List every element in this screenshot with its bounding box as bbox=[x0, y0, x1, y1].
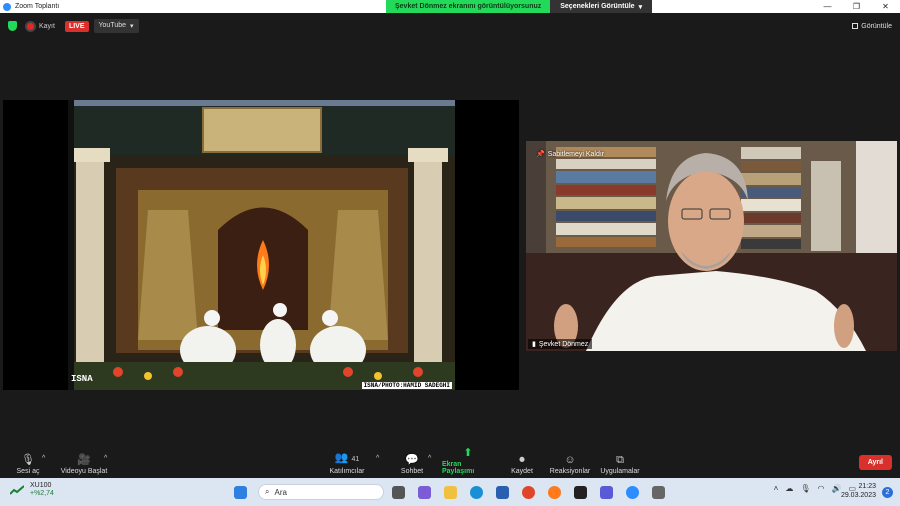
stream-target-select[interactable]: YouTube ▾ bbox=[93, 19, 139, 33]
video-off-icon: 🎥 bbox=[77, 454, 91, 466]
stock-name: XU100 bbox=[30, 482, 52, 489]
share-banner-message: Şevket Dönmez ekranını görüntülüyorsunuz bbox=[386, 0, 551, 13]
microphone-muted-icon: 🎙 bbox=[21, 454, 35, 466]
record-label: Kaydet bbox=[511, 468, 533, 475]
unpin-label: Sabitlemeyi Kaldır bbox=[547, 150, 605, 158]
start-video-button[interactable]: 🎥 Videoyu Başlat bbox=[58, 449, 110, 478]
share-screen-icon: ⬆ bbox=[463, 447, 473, 459]
speaker-video bbox=[526, 141, 897, 351]
live-badge[interactable]: LIVE bbox=[64, 20, 89, 32]
participants-button[interactable]: 👥 41 Katılımcılar bbox=[328, 449, 366, 478]
chevron-down-icon: ▾ bbox=[130, 23, 134, 30]
record-button[interactable]: ⏺ Kaydet bbox=[508, 449, 536, 478]
zoom-icon bbox=[3, 2, 11, 11]
teams-icon[interactable] bbox=[600, 486, 613, 499]
watermark-right: ISNA/PHOTO:HAMID SADEGHI bbox=[361, 382, 452, 389]
edge-icon[interactable] bbox=[470, 486, 483, 499]
apps-icon: ⧉ bbox=[616, 454, 624, 466]
window-title: Zoom Toplantı bbox=[15, 3, 60, 10]
sticky-app-icon[interactable] bbox=[574, 486, 587, 499]
view-options-label: Seçenekleri Görüntüle bbox=[560, 3, 635, 10]
shared-photo: ISNA ISNA/PHOTO:HAMID SADEGHI bbox=[68, 100, 455, 390]
speaker-video-tile[interactable]: 📌 Sabitlemeyi Kaldır ▮ Şevket Dönmez bbox=[526, 141, 897, 351]
unmute-button[interactable]: 🎙 Sesi aç bbox=[14, 449, 42, 478]
search-placeholder: Ara bbox=[274, 487, 287, 497]
signal-bars-icon: ▮ bbox=[532, 341, 536, 348]
reactions-button[interactable]: ☺ Reaksiyonlar bbox=[548, 449, 592, 478]
task-view-icon[interactable] bbox=[392, 486, 405, 499]
recording-icon[interactable] bbox=[27, 22, 34, 30]
store-icon[interactable] bbox=[496, 486, 509, 499]
meeting-toolbar: 🎙 Sesi aç ^ 🎥 Videoyu Başlat ^ 👥 41 Katı… bbox=[0, 447, 900, 478]
participants-label: Katılımcılar bbox=[329, 468, 365, 475]
meeting-topbar: Kayıt LIVE YouTube ▾ Görüntüle bbox=[0, 17, 900, 35]
video-options-caret[interactable]: ^ bbox=[104, 455, 107, 462]
participants-options-caret[interactable]: ^ bbox=[376, 455, 379, 462]
view-label: Görüntüle bbox=[861, 22, 892, 30]
apps-label: Uygulamalar bbox=[600, 468, 640, 475]
chat-label: Sohbet bbox=[400, 468, 424, 475]
cloud-icon[interactable]: ☁ bbox=[785, 484, 793, 493]
notification-badge[interactable]: 2 bbox=[882, 487, 893, 498]
speaker-name: Şevket Dönmez bbox=[538, 340, 589, 348]
stock-chart-icon bbox=[10, 485, 24, 495]
unpin-button[interactable]: 📌 Sabitlemeyi Kaldır bbox=[536, 150, 605, 159]
share-screen-label: Ekran Paylaşımı bbox=[442, 461, 475, 475]
leave-button[interactable]: Ayrıl bbox=[858, 455, 892, 470]
chat-icon: 💬 bbox=[405, 454, 419, 466]
share-banner: Şevket Dönmez ekranını görüntülüyorsunuz… bbox=[386, 0, 653, 13]
participants-icon: 👥 41 bbox=[334, 452, 360, 464]
start-video-label: Videoyu Başlat bbox=[60, 468, 108, 475]
stock-change: +%2,74 bbox=[30, 490, 54, 497]
participants-count: 41 bbox=[351, 456, 360, 463]
audio-options-caret[interactable]: ^ bbox=[42, 455, 45, 462]
search-icon: ⌕ bbox=[265, 487, 270, 496]
temple-scene-image bbox=[68, 100, 455, 390]
reactions-icon: ☺ bbox=[564, 454, 576, 466]
zoom-taskbar-icon[interactable] bbox=[626, 486, 639, 499]
pin-icon: 📌 bbox=[536, 151, 545, 158]
calculator-icon[interactable] bbox=[652, 486, 665, 499]
teams-chat-icon[interactable] bbox=[418, 486, 431, 499]
recording-label: Kayıt bbox=[39, 22, 55, 30]
record-icon: ⏺ bbox=[519, 454, 525, 466]
stream-target-label: YouTube bbox=[98, 22, 127, 29]
clock-date: 29.03.2023 bbox=[840, 492, 876, 499]
chevron-down-icon: ▾ bbox=[638, 3, 643, 11]
view-options-button[interactable]: Seçenekleri Görüntüle ▾ bbox=[550, 0, 653, 13]
microphone-icon[interactable]: 🎙 bbox=[800, 484, 810, 493]
taskbar-search[interactable]: ⌕ Ara bbox=[258, 484, 384, 500]
start-button-icon[interactable] bbox=[234, 486, 247, 499]
os-taskbar: XU100 +%2,74 ⌕ Ara ˄ ☁ 🎙 ◠ 🔊 ▭ 21:23 29.… bbox=[0, 478, 900, 506]
file-explorer-icon[interactable] bbox=[444, 486, 457, 499]
minimize-button[interactable]: — bbox=[813, 0, 842, 13]
chrome-icon[interactable] bbox=[522, 486, 535, 499]
chevron-up-icon[interactable]: ˄ bbox=[774, 484, 779, 493]
view-button[interactable]: Görüntüle bbox=[852, 23, 892, 30]
clock-time: 21:23 bbox=[858, 483, 876, 490]
share-screen-button[interactable]: ⬆ Ekran Paylaşımı bbox=[442, 447, 494, 478]
maximize-button[interactable]: ❐ bbox=[842, 0, 871, 13]
chat-options-caret[interactable]: ^ bbox=[428, 455, 431, 462]
speaker-name-label: ▮ Şevket Dönmez bbox=[528, 339, 593, 349]
watermark-left: ISNA bbox=[71, 374, 93, 384]
firefox-icon[interactable] bbox=[548, 486, 561, 499]
wifi-icon[interactable]: ◠ bbox=[817, 484, 824, 493]
stock-widget[interactable]: XU100 +%2,74 bbox=[10, 482, 54, 498]
shared-screen: ISNA ISNA/PHOTO:HAMID SADEGHI bbox=[3, 100, 519, 390]
grid-icon bbox=[852, 23, 859, 29]
window-controls: — ❐ ✕ bbox=[813, 0, 900, 13]
reactions-label: Reaksiyonlar bbox=[549, 468, 591, 475]
taskbar-clock[interactable]: 21:23 29.03.2023 bbox=[841, 482, 876, 500]
volume-icon[interactable]: 🔊 bbox=[831, 484, 841, 493]
unmute-label: Sesi aç bbox=[16, 468, 40, 475]
chat-button[interactable]: 💬 Sohbet bbox=[398, 449, 426, 478]
security-shield-icon[interactable] bbox=[8, 21, 17, 31]
close-button[interactable]: ✕ bbox=[871, 0, 900, 13]
apps-button[interactable]: ⧉ Uygulamalar bbox=[598, 449, 642, 478]
